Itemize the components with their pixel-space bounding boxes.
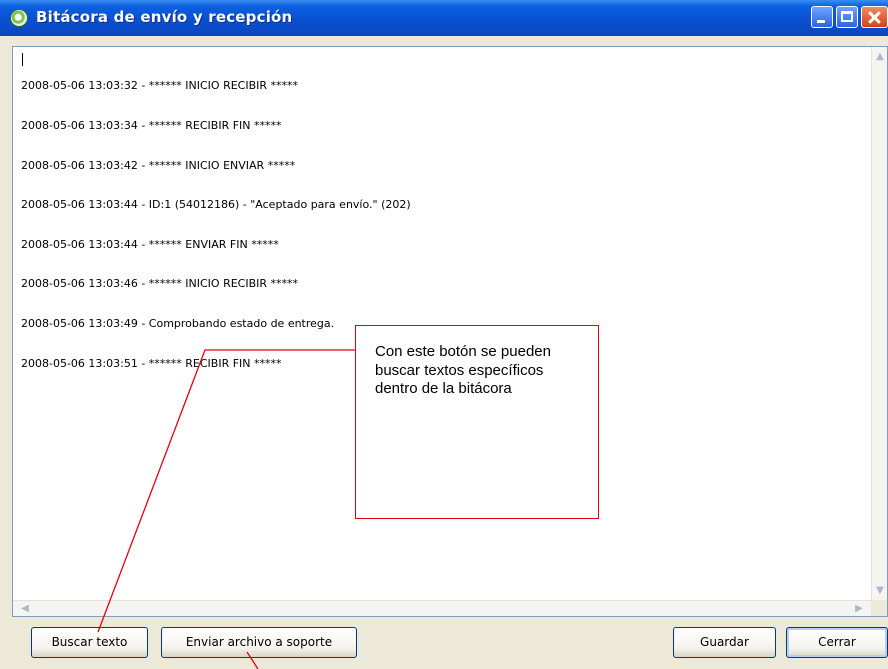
annotation-callout: Con este botón se pueden buscar textos e… (355, 325, 599, 519)
callout-leader-line-2 (246, 651, 259, 669)
annotation-text: Con este botón se pueden buscar textos e… (375, 343, 551, 397)
callout-leader-line (97, 349, 355, 633)
log-window: Bitácora de envío y recepción 2008-05-06… (0, 0, 888, 669)
